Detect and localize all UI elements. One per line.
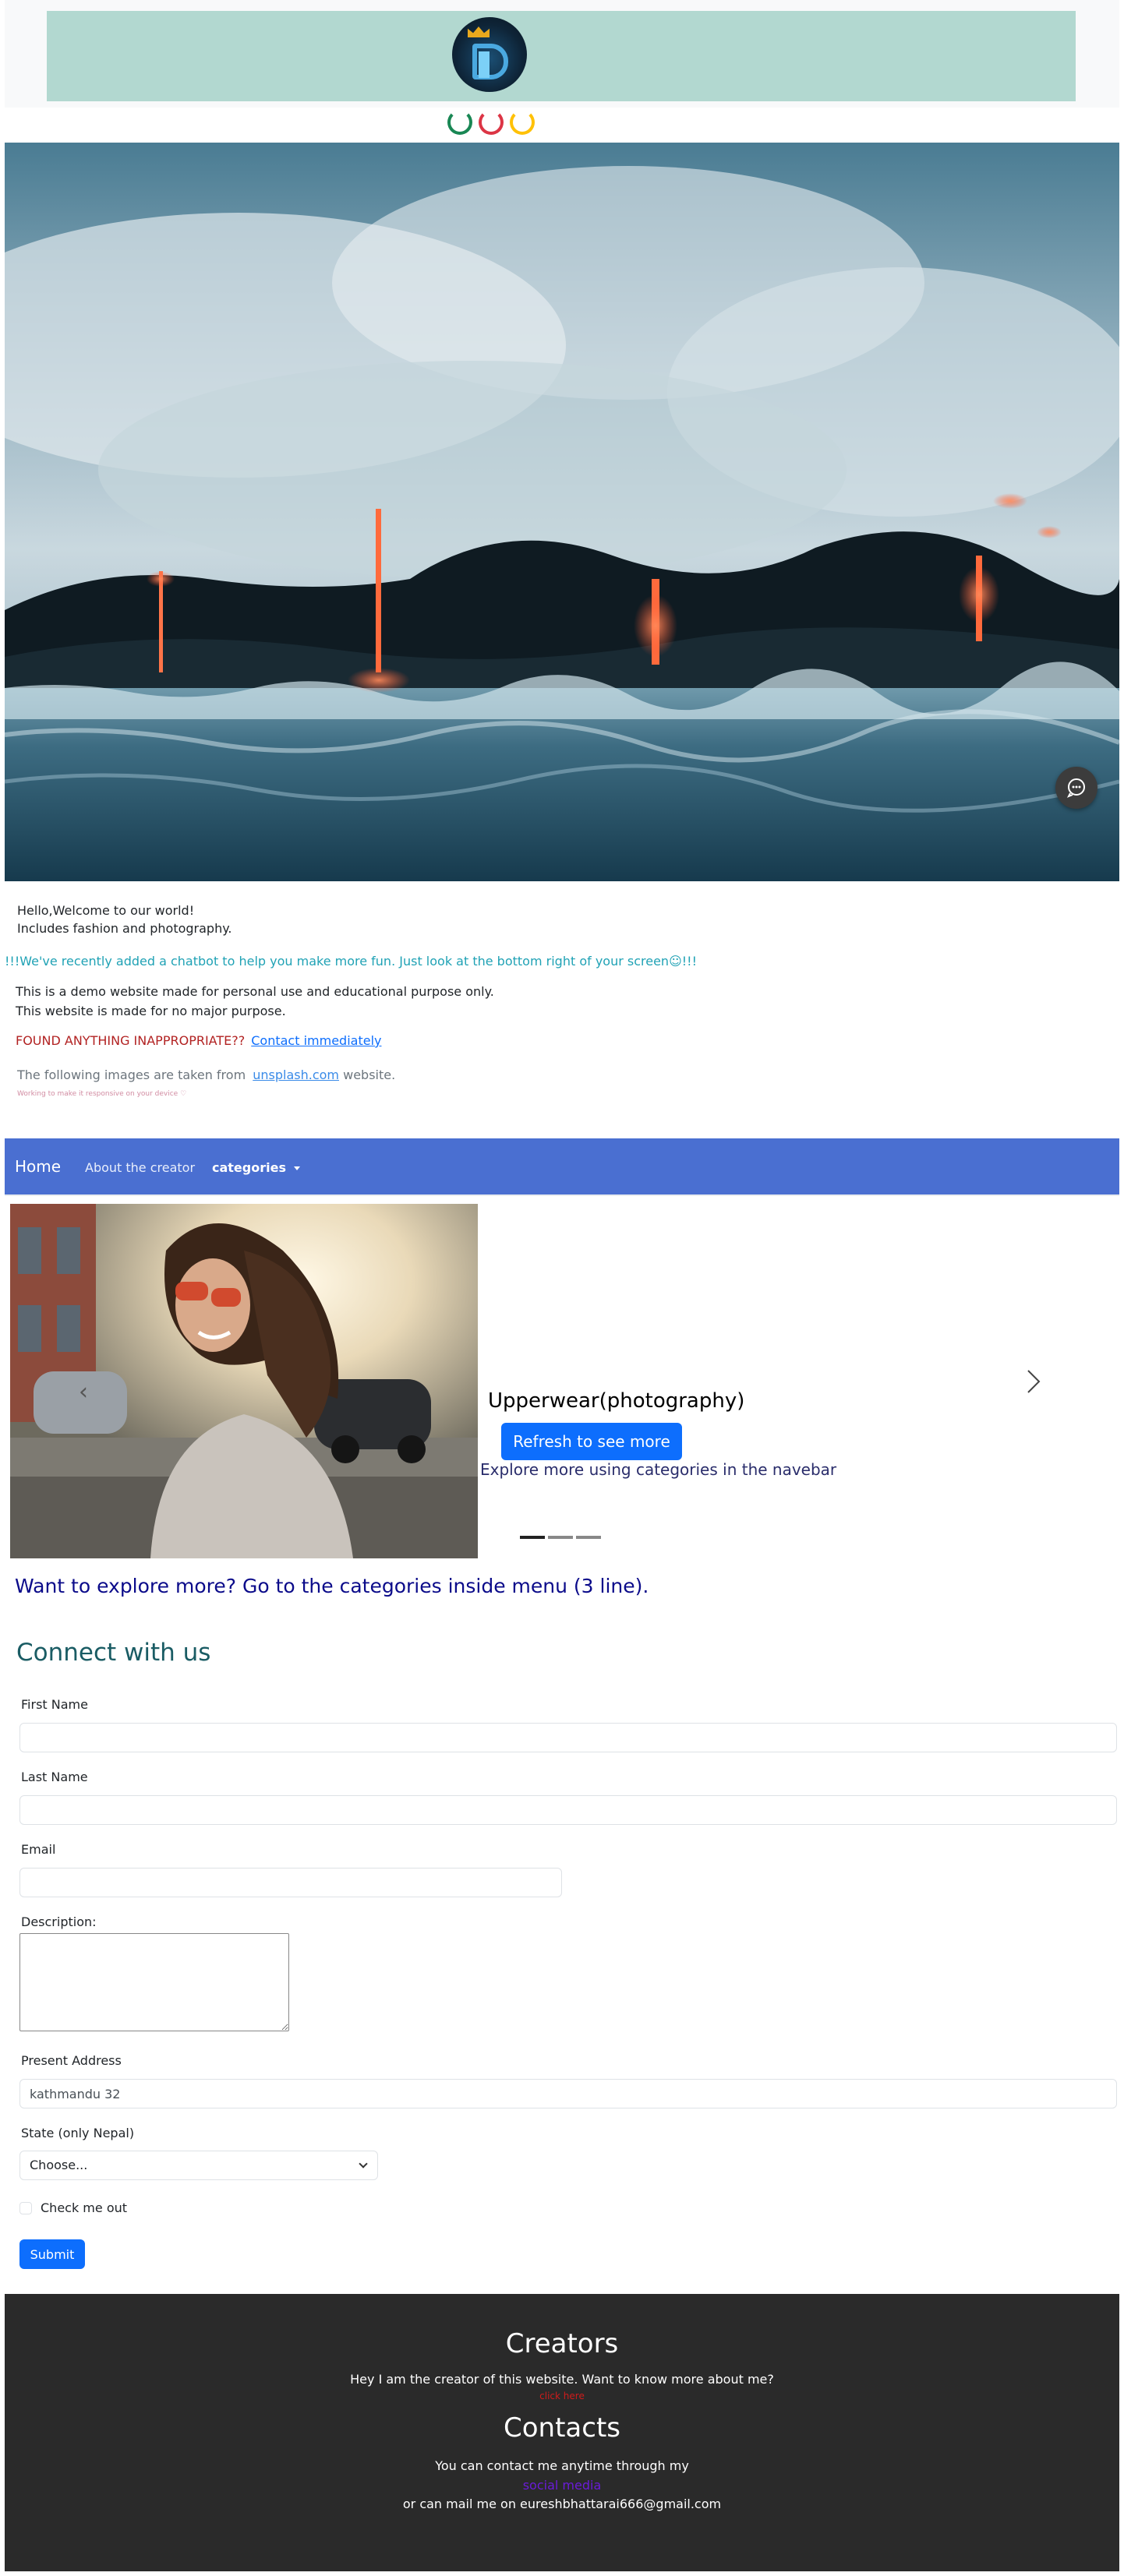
email-input[interactable] (19, 1868, 562, 1897)
welcome-line-1: Hello,Welcome to our world! (17, 903, 195, 918)
report-warning: FOUND ANYTHING INAPPROPRIATE?? (16, 1033, 246, 1048)
carousel-indicator-3[interactable] (576, 1536, 601, 1539)
explore-more-heading: Want to explore more? Go to the categori… (15, 1575, 649, 1597)
loading-spinners (447, 110, 535, 138)
state-select-value: Choose... (30, 2158, 88, 2172)
nav-home-link[interactable]: Home (15, 1157, 61, 1176)
welcome-text: Hello,Welcome to our world! Includes fas… (17, 902, 232, 937)
source-suffix: website. (343, 1067, 396, 1082)
spinner-red-icon (479, 110, 504, 135)
last-name-input[interactable] (19, 1795, 1117, 1825)
demo-disclaimer: This is a demo website made for personal… (16, 982, 494, 1021)
header (5, 0, 1119, 108)
connect-title: Connect with us (16, 1639, 211, 1667)
contacts-title: Contacts (504, 2412, 620, 2444)
address-input[interactable] (19, 2079, 1117, 2108)
first-name-input[interactable] (19, 1723, 1117, 1752)
chevron-right-icon[interactable] (1023, 1366, 1044, 1397)
navbar: Home About the creator categories (5, 1138, 1119, 1196)
footer: Creators Hey I am the creator of this we… (5, 2294, 1119, 2571)
spinner-green-icon (447, 110, 472, 135)
carousel-indicators (520, 1536, 601, 1539)
demo-line-2: This website is made for no major purpos… (16, 1004, 286, 1018)
carousel-indicator-1[interactable] (520, 1536, 545, 1539)
description-textarea[interactable] (19, 1933, 289, 2031)
description-label: Description: (21, 1914, 97, 1929)
nav-categories-label: categories (212, 1160, 286, 1175)
carousel-indicator-2[interactable] (548, 1536, 573, 1539)
creators-title: Creators (505, 2328, 619, 2359)
check-me-out-label[interactable]: Check me out (41, 2200, 127, 2215)
chat-bubble-glyph (1066, 778, 1085, 798)
state-select[interactable]: Choose... (19, 2151, 378, 2180)
contacts-text: You can contact me anytime through my (435, 2458, 689, 2473)
email-label: Email (21, 1842, 56, 1857)
report-section: FOUND ANYTHING INAPPROPRIATE?? Contact im… (16, 1033, 381, 1048)
check-me-out-checkbox[interactable] (19, 2202, 32, 2214)
demo-line-1: This is a demo website made for personal… (16, 984, 494, 999)
creators-text: Hey I am the creator of this website. Wa… (350, 2372, 774, 2387)
carousel: ‹ Upperwear(photography) Refresh to see … (5, 1198, 1119, 1558)
lava-ocean-photo (5, 143, 1119, 881)
header-banner (47, 11, 1076, 101)
state-label: State (only Nepal) (21, 2126, 135, 2140)
logo-glyph (472, 44, 508, 79)
responsive-note: Working to make it responsive on your de… (17, 1090, 187, 1098)
carousel-caption-title: Upperwear(photography) (488, 1389, 745, 1413)
hero-image (5, 143, 1119, 881)
refresh-button[interactable]: Refresh to see more (501, 1423, 682, 1460)
logo-glyph-bar (479, 51, 490, 78)
creators-link[interactable]: click here (5, 2391, 1119, 2401)
crown-icon (468, 26, 490, 37)
first-name-label: First Name (21, 1697, 88, 1712)
submit-button[interactable]: Submit (19, 2239, 85, 2269)
social-media-link[interactable]: social media (5, 2478, 1119, 2493)
mail-text: or can mail me on eureshbhattarai666@gma… (402, 2497, 722, 2511)
source-prefix: The following images are taken from (17, 1067, 246, 1082)
caret-down-icon (293, 1166, 300, 1170)
unsplash-link[interactable]: unsplash.com (253, 1067, 339, 1082)
chat-bubble-icon[interactable] (1055, 767, 1097, 809)
contact-immediately-link[interactable]: Contact immediately (251, 1033, 381, 1048)
nav-categories-dropdown[interactable]: categories (212, 1160, 300, 1175)
chatbot-note: !!!We've recently added a chatbot to hel… (5, 954, 697, 969)
chevron-down-icon (359, 2159, 368, 2168)
logo-icon[interactable] (452, 17, 527, 92)
welcome-line-2: Includes fashion and photography. (17, 921, 232, 936)
carousel-caption-subtitle: Explore more using categories in the nav… (480, 1460, 837, 1479)
spinner-yellow-icon (510, 110, 535, 135)
chevron-left-icon[interactable]: ‹ (79, 1378, 88, 1406)
address-label: Present Address (21, 2053, 122, 2068)
nav-about-link[interactable]: About the creator (85, 1160, 195, 1175)
last-name-label: Last Name (21, 1770, 88, 1784)
image-source-note: The following images are taken from unsp… (17, 1067, 395, 1082)
